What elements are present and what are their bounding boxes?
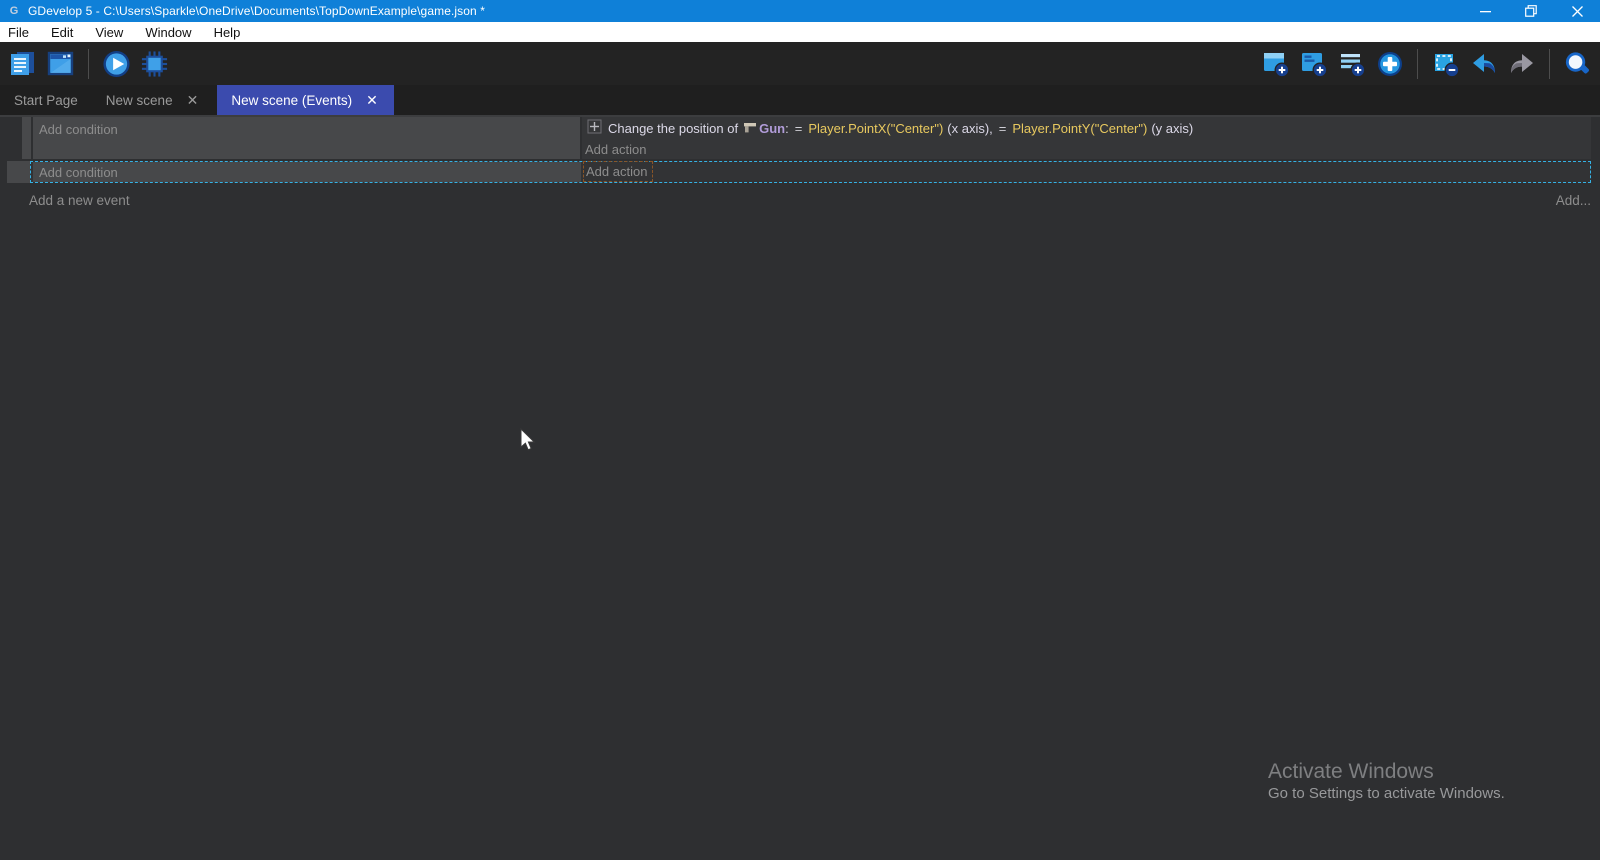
search-button[interactable]: [1563, 49, 1592, 78]
window-controls: [1462, 0, 1600, 22]
play-icon: [102, 49, 131, 79]
add-subevent-icon: [1300, 50, 1328, 78]
play-button[interactable]: [102, 49, 131, 78]
action-colon: :: [785, 121, 789, 136]
toolbar-separator: [1417, 49, 1418, 79]
search-icon: [1563, 49, 1592, 79]
tab-bar: Start Page New scene ✕ New scene (Events…: [0, 85, 1600, 115]
menu-bar: File Edit View Window Help: [0, 22, 1600, 42]
toolbar-left-group: [0, 49, 169, 79]
menu-window[interactable]: Window: [134, 22, 202, 42]
add-condition-link[interactable]: Add condition: [39, 165, 118, 180]
add-action-link[interactable]: Add action: [585, 142, 646, 157]
redo-icon: [1508, 50, 1536, 78]
event1-actions-cell: Change the position of Gun: = Player.Poi…: [582, 117, 1591, 159]
project-manager-button[interactable]: [8, 49, 37, 78]
menu-edit[interactable]: Edit: [40, 22, 84, 42]
close-button[interactable]: [1554, 0, 1600, 22]
event2-drag-handle[interactable]: [7, 161, 30, 183]
tab-close-icon[interactable]: ✕: [364, 92, 380, 109]
remove-selection-button[interactable]: [1431, 49, 1460, 78]
activate-windows-watermark: Activate Windows: [1268, 760, 1434, 784]
title-bar: G GDevelop 5 - C:\Users\Sparkle\OneDrive…: [0, 0, 1600, 22]
scene-editor-icon: [46, 49, 75, 78]
close-icon: [1572, 6, 1583, 17]
restore-button[interactable]: [1508, 0, 1554, 22]
add-condition-link[interactable]: Add condition: [39, 122, 118, 137]
tab-close-icon[interactable]: ✕: [185, 92, 201, 109]
menu-file[interactable]: File: [0, 22, 40, 42]
minimize-icon: [1480, 6, 1491, 17]
add-event-icon: [1262, 50, 1290, 78]
add-event-button[interactable]: [1261, 49, 1290, 78]
add-action-link[interactable]: Add action: [586, 164, 647, 179]
add-comment-icon: [1338, 50, 1366, 78]
minimize-button[interactable]: [1462, 0, 1508, 22]
undo-button[interactable]: [1469, 49, 1498, 78]
event1-drag-handle[interactable]: [22, 117, 31, 159]
action-expression-x: Player.PointX("Center"): [808, 121, 943, 136]
tab-label: New scene (Events): [231, 93, 352, 108]
event2-add-action-hover[interactable]: Add action: [583, 161, 653, 182]
action-operator: =: [999, 121, 1007, 136]
action-operator: =: [795, 121, 803, 136]
event2-selected-row[interactable]: Add condition Add action: [30, 161, 1591, 183]
tab-start-page[interactable]: Start Page: [0, 85, 92, 115]
tab-new-scene[interactable]: New scene ✕: [92, 85, 215, 115]
gun-object-icon: [743, 121, 757, 136]
window-title: GDevelop 5 - C:\Users\Sparkle\OneDrive\D…: [28, 4, 485, 18]
undo-icon: [1470, 50, 1498, 78]
debug-icon: [140, 49, 169, 79]
open-scene-button[interactable]: [46, 49, 75, 78]
toolbar-separator: [88, 49, 89, 79]
add-subevent-button[interactable]: [1299, 49, 1328, 78]
toolbar-separator: [1549, 49, 1550, 79]
redo-button[interactable]: [1507, 49, 1536, 78]
event1-action-row[interactable]: Change the position of Gun: = Player.Poi…: [582, 117, 1591, 139]
activate-windows-subtext: Go to Settings to activate Windows.: [1268, 785, 1505, 802]
action-y-axis-label: (y axis): [1151, 121, 1193, 136]
restore-icon: [1525, 5, 1537, 17]
toolbar-right-group: [1261, 49, 1600, 79]
move-position-icon: [587, 119, 602, 137]
tab-new-scene-events[interactable]: New scene (Events) ✕: [217, 85, 394, 115]
event2-conditions-cell[interactable]: Add condition: [33, 162, 581, 182]
add-more-link[interactable]: Add...: [1556, 193, 1591, 208]
menu-view[interactable]: View: [84, 22, 134, 42]
add-circle-button[interactable]: [1375, 49, 1404, 78]
tab-label: New scene: [106, 93, 173, 108]
gdevelop-logo-icon: G: [7, 4, 21, 18]
add-comment-button[interactable]: [1337, 49, 1366, 78]
event1-add-action-row[interactable]: Add action: [582, 139, 1591, 159]
debug-button[interactable]: [140, 49, 169, 78]
add-circle-icon: [1376, 50, 1404, 78]
menu-help[interactable]: Help: [203, 22, 252, 42]
remove-selection-icon: [1432, 50, 1460, 78]
events-sheet: Add condition Change the position of Gun…: [0, 115, 1600, 860]
action-text-prefix: Change the position of: [608, 121, 738, 136]
add-new-event-link[interactable]: Add a new event: [29, 193, 130, 208]
mouse-cursor-icon: [520, 428, 538, 457]
main-toolbar: [0, 42, 1600, 85]
action-object-name: Gun: [759, 121, 785, 136]
action-expression-y: Player.PointY("Center"): [1012, 121, 1147, 136]
project-manager-icon: [8, 49, 37, 78]
tab-label: Start Page: [14, 93, 78, 108]
event1-conditions-cell[interactable]: Add condition: [33, 117, 580, 159]
action-x-axis-label: (x axis),: [947, 121, 993, 136]
